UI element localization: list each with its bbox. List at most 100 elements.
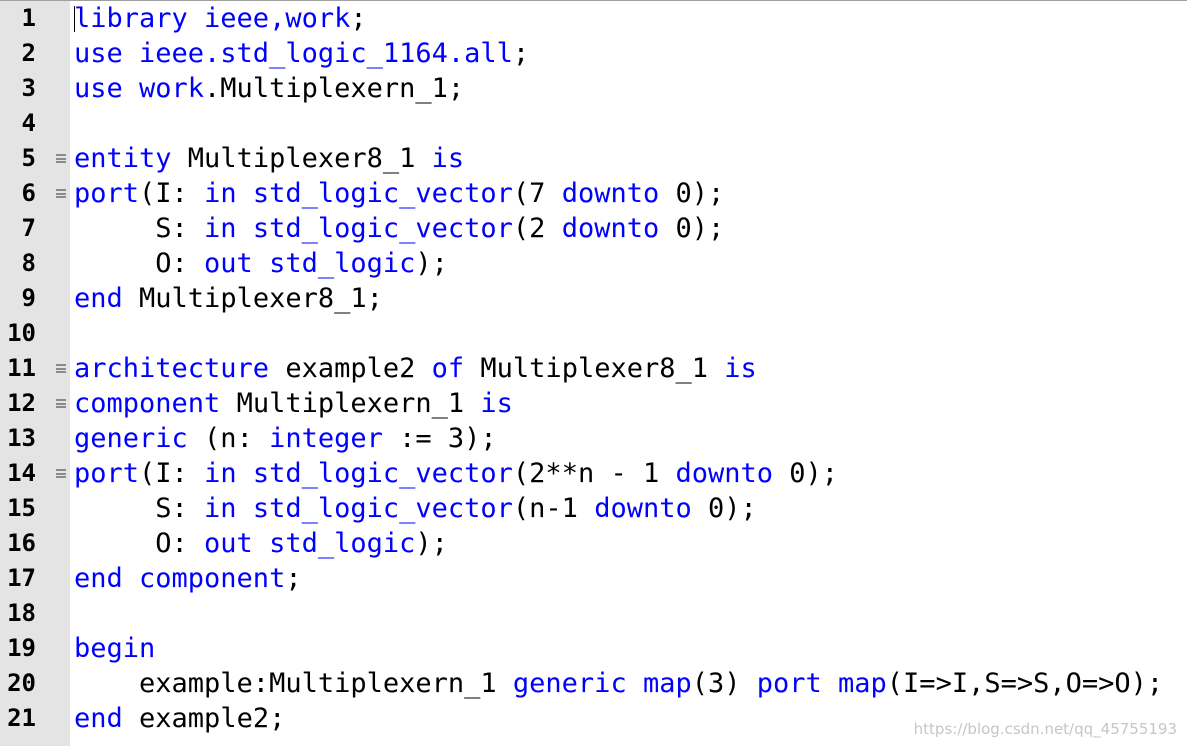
line-number: 3 (21, 74, 36, 102)
code-line[interactable]: 18 (0, 596, 1187, 631)
code-line-text: S: in std_logic_vector(2 downto 0); (74, 211, 724, 246)
code-token: S: (74, 213, 205, 244)
line-number: 5 (21, 144, 36, 172)
line-number: 2 (21, 39, 36, 67)
code-token: .Multiplexern_1; (204, 73, 465, 104)
code-token: Multiplexer8_1; (122, 283, 383, 314)
code-token: (7 (512, 178, 562, 209)
code-token: := 3); (382, 423, 497, 454)
code-line-text: component Multiplexern_1 is (74, 386, 513, 421)
code-line[interactable]: 17 end component; (0, 561, 1187, 596)
code-line[interactable]: 5 entity Multiplexer8_1 is (0, 141, 1187, 176)
code-token: (n: (187, 423, 270, 454)
line-number: 16 (7, 529, 36, 557)
code-token: ); (415, 528, 448, 559)
watermark-text: https://blog.csdn.net/qq_45755193 (913, 720, 1177, 738)
code-token: O: (74, 528, 205, 559)
line-number: 17 (7, 564, 36, 592)
keyword-token: downto (594, 493, 692, 524)
code-line-text: use work.Multiplexern_1; (74, 71, 464, 106)
keyword-token: generic map (512, 668, 692, 699)
code-line-text: port(I: in std_logic_vector(2**n - 1 dow… (74, 456, 838, 491)
keyword-token: entity (74, 143, 172, 174)
code-token: ; (512, 38, 530, 69)
keyword-token: out std_logic (204, 248, 416, 279)
keyword-token: end (74, 283, 123, 314)
line-number: 18 (7, 599, 36, 627)
code-line-text: O: out std_logic); (74, 246, 448, 281)
code-token: 0); (659, 178, 725, 209)
line-number: 8 (21, 249, 36, 277)
keyword-token: out std_logic (204, 528, 416, 559)
code-line[interactable]: 14 port(I: in std_logic_vector(2**n - 1 d… (0, 456, 1187, 491)
code-line-text: port(I: in std_logic_vector(7 downto 0); (74, 176, 724, 211)
code-token: Multiplexer8_1 (464, 353, 725, 384)
line-number: 12 (7, 389, 36, 417)
code-line[interactable]: 4 (0, 106, 1187, 141)
line-number: 15 (7, 494, 36, 522)
code-line[interactable]: 9 end Multiplexer8_1; (0, 281, 1187, 316)
code-line-text: end component; (74, 561, 302, 596)
code-line[interactable]: 15 S: in std_logic_vector(n-1 downto 0); (0, 491, 1187, 526)
code-line-text: generic (n: integer := 3); (74, 421, 497, 456)
code-token: example:Multiplexern_1 (74, 668, 513, 699)
code-line-text: library ieee,work; (74, 1, 367, 36)
code-line-text: O: out std_logic); (74, 526, 448, 561)
code-line[interactable]: 1 library ieee,work; (0, 1, 1187, 36)
code-line[interactable]: 2 use ieee.std_logic_1164.all; (0, 36, 1187, 71)
keyword-token: port (74, 178, 140, 209)
code-line[interactable]: 13 generic (n: integer := 3); (0, 421, 1187, 456)
line-number: 21 (7, 704, 36, 732)
line-number: 9 (21, 284, 36, 312)
code-line-text: end Multiplexer8_1; (74, 281, 383, 316)
code-area[interactable]: 1 library ieee,work; 2 use ieee.std_logic_1… (0, 1, 1187, 746)
code-line-text: end example2; (74, 701, 285, 736)
code-line[interactable]: 11 architecture example2 of Multiplexer8_… (0, 351, 1187, 386)
line-number: 20 (7, 669, 36, 697)
fold-collapse-icon[interactable] (56, 189, 66, 198)
code-line[interactable]: 19 begin (0, 631, 1187, 666)
code-line-text: begin (74, 631, 155, 666)
code-line[interactable]: 8 O: out std_logic); (0, 246, 1187, 281)
code-token: example2 (269, 353, 432, 384)
code-line[interactable]: 10 (0, 316, 1187, 351)
keyword-token: is (480, 388, 513, 419)
keyword-token: of (431, 353, 465, 384)
code-line[interactable]: 12 component Multiplexern_1 is (0, 386, 1187, 421)
code-editor[interactable]: 1 library ieee,work; 2 use ieee.std_logic_1… (0, 0, 1187, 746)
keyword-token: use work (74, 73, 205, 104)
code-line[interactable]: 6 port(I: in std_logic_vector(7 downto 0)… (0, 176, 1187, 211)
line-number: 1 (21, 4, 36, 32)
code-token: Multiplexer8_1 (171, 143, 432, 174)
keyword-token: in std_logic_vector (204, 178, 513, 209)
code-token: (I=>I,S=>S,O=>O); (886, 668, 1164, 699)
code-token: O: (74, 248, 205, 279)
code-line-text: example:Multiplexern_1 generic map(3) po… (74, 666, 1163, 701)
code-token: 0); (659, 213, 725, 244)
fold-collapse-icon[interactable] (56, 364, 66, 373)
keyword-token: downto (675, 458, 774, 489)
code-token: ; (285, 563, 302, 594)
keyword-token: generic (74, 423, 188, 454)
keyword-token: is (431, 143, 465, 174)
code-token: (3) (691, 668, 757, 699)
code-line[interactable]: 16 O: out std_logic); (0, 526, 1187, 561)
fold-collapse-icon[interactable] (56, 469, 66, 478)
code-token: 0); (691, 493, 757, 524)
code-line[interactable]: 7 S: in std_logic_vector(2 downto 0); (0, 211, 1187, 246)
line-number: 19 (7, 634, 36, 662)
keyword-token: end (74, 703, 123, 734)
code-line-text: entity Multiplexer8_1 is (74, 141, 464, 176)
code-line[interactable]: 3 use work.Multiplexern_1; (0, 71, 1187, 106)
keyword-token: component (74, 388, 221, 419)
fold-collapse-icon[interactable] (56, 399, 66, 408)
code-line[interactable]: 20 example:Multiplexern_1 generic map(3)… (0, 666, 1187, 701)
keyword-token: architecture (74, 353, 270, 384)
fold-collapse-icon[interactable] (56, 154, 66, 163)
line-number: 7 (21, 214, 36, 242)
code-line-text: use ieee.std_logic_1164.all; (74, 36, 529, 71)
line-number: 14 (7, 459, 36, 487)
keyword-token: end component (74, 563, 286, 594)
line-number: 11 (7, 354, 36, 382)
code-token: Multiplexern_1 (220, 388, 481, 419)
